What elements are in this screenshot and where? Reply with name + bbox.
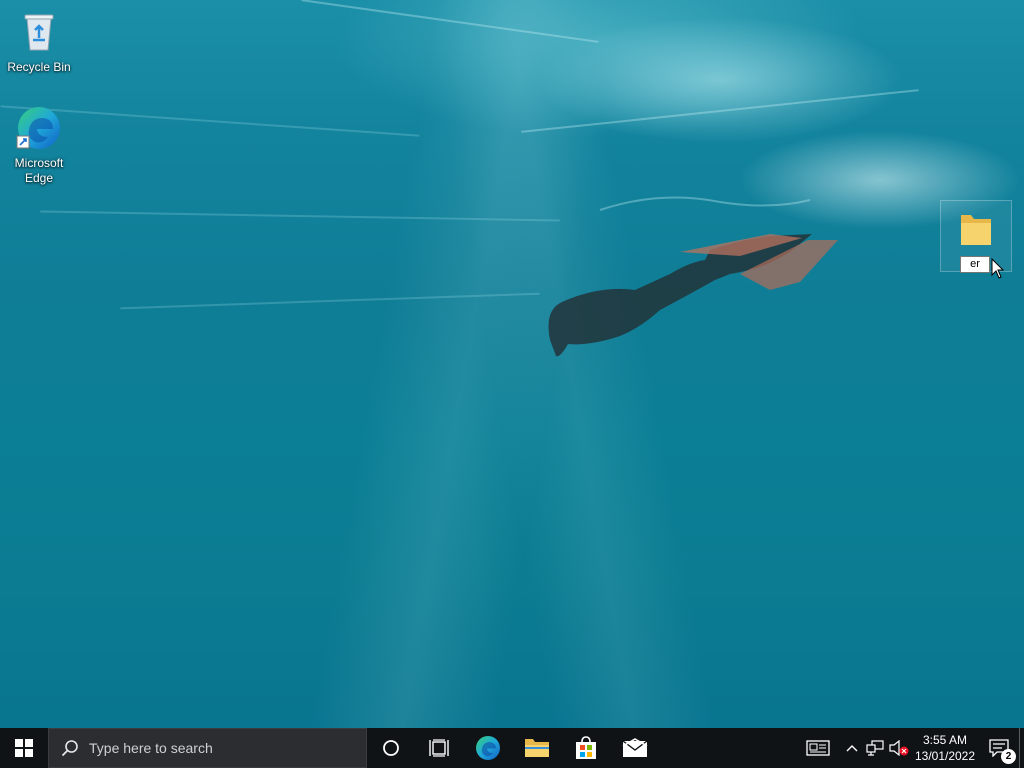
folder-icon — [961, 215, 991, 245]
recycle-bin-icon — [15, 8, 63, 56]
wallpaper-wave — [40, 210, 560, 222]
desktop-wallpaper — [0, 0, 1024, 728]
news-and-interests-button[interactable] — [795, 728, 841, 768]
desktop-icon-microsoft-edge[interactable]: Microsoft Edge — [1, 104, 77, 186]
desktop-icon-label: Microsoft Edge — [14, 156, 64, 185]
mouse-cursor-icon — [991, 258, 1005, 279]
taskbar-search-box[interactable]: Type here to search — [48, 728, 367, 768]
desktop-icon-label: Recycle Bin — [7, 60, 71, 74]
taskbar-app-mail[interactable] — [610, 728, 659, 768]
volume-muted-icon — [889, 740, 909, 756]
dragged-folder-label: er — [960, 256, 990, 273]
start-button[interactable] — [0, 728, 48, 768]
wallpaper-wave — [520, 89, 920, 133]
mail-icon — [622, 738, 647, 757]
search-icon — [61, 740, 78, 757]
wallpaper-wave — [301, 0, 599, 43]
store-icon — [575, 736, 596, 759]
cortana-icon — [383, 740, 399, 756]
network-button[interactable] — [863, 728, 887, 768]
clock[interactable]: 3:55 AM 13/01/2022 — [911, 732, 979, 764]
network-icon — [866, 740, 884, 756]
clock-date: 13/01/2022 — [914, 749, 976, 763]
windows-logo-icon — [15, 739, 33, 757]
wallpaper-wave — [120, 292, 540, 310]
system-tray: 3:55 AM 13/01/2022 2 — [795, 728, 1024, 768]
search-placeholder: Type here to search — [89, 740, 213, 756]
clock-time: 3:55 AM — [922, 733, 968, 747]
volume-button[interactable] — [887, 728, 911, 768]
edge-icon — [475, 736, 500, 760]
desktop-icon-recycle-bin[interactable]: Recycle Bin — [1, 8, 77, 75]
taskbar-app-microsoft-store[interactable] — [561, 728, 610, 768]
taskbar-app-file-explorer[interactable] — [512, 728, 561, 768]
notification-count-badge: 2 — [1001, 749, 1016, 764]
edge-icon — [15, 104, 63, 152]
cortana-button[interactable] — [367, 728, 415, 768]
news-icon — [806, 740, 830, 756]
show-desktop-button[interactable] — [1019, 728, 1024, 768]
chevron-up-icon — [846, 745, 858, 752]
taskbar: Type here to search 3:55 AM 13/01/2022 2 — [0, 728, 1024, 768]
action-center-button[interactable]: 2 — [979, 728, 1019, 768]
taskbar-app-edge[interactable] — [463, 728, 512, 768]
swimmer-silhouette — [548, 196, 838, 357]
task-view-icon — [429, 739, 449, 757]
show-hidden-icons-button[interactable] — [841, 728, 863, 768]
folder-icon — [524, 739, 549, 757]
task-view-button[interactable] — [415, 728, 463, 768]
